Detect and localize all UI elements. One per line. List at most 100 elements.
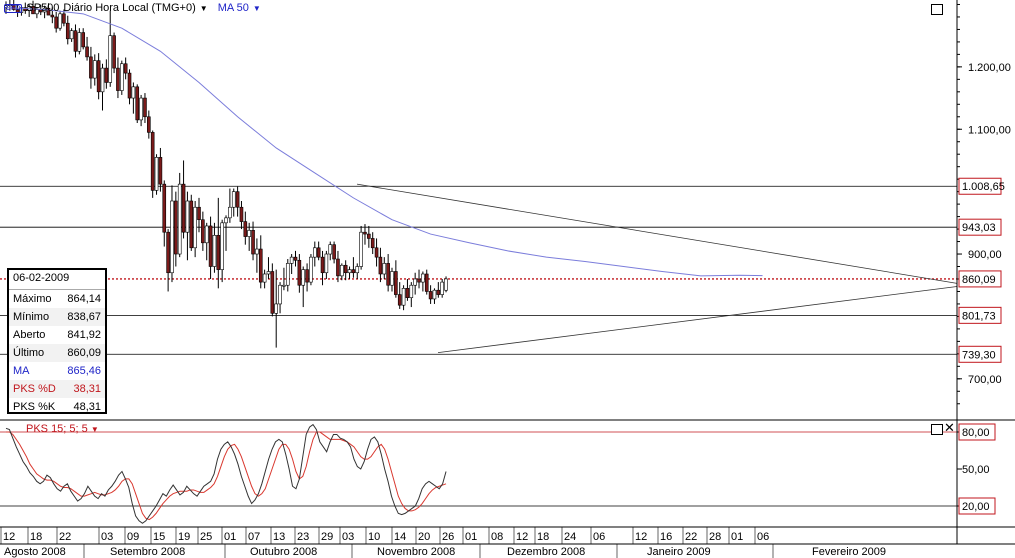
candle-body	[324, 253, 329, 274]
candle-body	[359, 231, 363, 267]
candle-body	[131, 86, 136, 99]
symbol-label[interactable]: SP500	[26, 2, 59, 14]
ma-label[interactable]: MA 50	[218, 2, 249, 14]
candle-body	[382, 263, 387, 275]
candle-body	[405, 288, 410, 299]
info-value: 38,31	[73, 383, 101, 395]
month-label: Outubro 2008	[250, 546, 317, 558]
pks-d-line	[6, 431, 447, 521]
candle-body	[444, 278, 448, 291]
day-label: 20	[418, 531, 430, 543]
candle-body	[139, 97, 143, 121]
price-tick-label: 700,00	[968, 374, 1002, 386]
ma-dropdown-icon[interactable]: ▼	[253, 4, 261, 13]
indicator-label: PKS 15; 5; 5	[26, 423, 88, 435]
candle-body	[266, 271, 271, 275]
close-icon[interactable]: ✕	[944, 421, 955, 434]
candle-body	[96, 60, 101, 93]
candle-body	[355, 266, 360, 274]
day-label: 13	[273, 531, 285, 543]
candle-body	[212, 235, 217, 267]
day-label: 18	[537, 531, 549, 543]
candle-body	[197, 206, 201, 221]
candle-body	[417, 278, 421, 283]
candle-body	[50, 14, 55, 18]
period-label[interactable]: Diário Hora Local (TMG+0)	[63, 2, 195, 14]
info-value: 841,92	[67, 329, 101, 341]
candle-body	[123, 63, 128, 74]
day-label: 08	[491, 531, 503, 543]
pks-level-label: 80,00	[962, 427, 990, 439]
period-dropdown-icon[interactable]: ▼	[200, 4, 208, 13]
candle-body	[208, 225, 213, 267]
candle-body	[247, 230, 251, 237]
candle-body	[332, 244, 336, 260]
candle-body	[390, 271, 394, 286]
candle-body	[58, 13, 62, 29]
candle-body	[293, 256, 298, 261]
candle-body	[89, 56, 93, 79]
info-row-low: Mínimo 838,67	[9, 308, 105, 326]
day-label: 28	[709, 531, 721, 543]
maximize-icon[interactable]	[931, 4, 943, 15]
day-label: 25	[200, 531, 212, 543]
day-label: 06	[757, 531, 769, 543]
month-label: Agosto 2008	[4, 546, 66, 558]
candle-body	[278, 284, 282, 305]
level-label: 801,73	[962, 310, 996, 322]
day-label: 01	[731, 531, 743, 543]
candle-body	[77, 32, 82, 52]
month-label: Novembro 2008	[377, 546, 455, 558]
candle-body	[309, 256, 313, 283]
day-label: 22	[59, 531, 71, 543]
info-value: 864,14	[67, 293, 101, 305]
candle-body	[297, 259, 302, 286]
indicator-dropdown-icon[interactable]: ▼	[91, 425, 99, 434]
candle-body	[147, 116, 151, 133]
overlay-group	[5, 7, 958, 353]
candle-body	[116, 67, 120, 91]
level-label: 943,03	[962, 222, 996, 234]
candle-body	[112, 35, 116, 69]
candle-body	[127, 72, 132, 99]
pks-k-line	[5, 423, 447, 524]
info-label: PKS %K	[13, 401, 56, 413]
chart-canvas: 1.200,00 1.100,00 900,00 700,00 1.008,65 943,…	[0, 0, 1015, 558]
level-label: 739,30	[962, 349, 996, 361]
info-label: Aberto	[13, 329, 46, 341]
cfd-badge: CFD	[4, 3, 23, 13]
candle-body	[320, 256, 325, 274]
restore-icon[interactable]	[931, 424, 943, 435]
candle-body	[174, 200, 178, 255]
trendline-lower	[437, 286, 958, 353]
candle-body	[301, 269, 306, 286]
month-label: Janeiro 2009	[647, 546, 711, 558]
candle-body	[54, 16, 58, 29]
current-price-label: 860,09	[962, 274, 996, 286]
candle-body	[282, 284, 286, 287]
candle-body	[204, 225, 209, 244]
chart-title: CFD SP500 Diário Hora Local (TMG+0) ▼ MA…	[4, 2, 261, 14]
candle-body	[413, 278, 417, 286]
candle-body	[224, 217, 228, 224]
candle-body	[143, 97, 147, 118]
indicator-title[interactable]: PKS 15; 5; 5 ▼	[26, 423, 99, 435]
indicator-panel	[0, 423, 957, 524]
candle-body	[85, 46, 89, 58]
day-label: 06	[593, 531, 605, 543]
day-label: 01	[224, 531, 236, 543]
day-label: 24	[564, 531, 576, 543]
candle-body	[401, 288, 406, 306]
candle-body	[193, 206, 197, 249]
candle-body	[270, 271, 275, 314]
candle-body	[347, 269, 352, 274]
candle-body	[340, 264, 344, 277]
day-label: 12	[3, 531, 15, 543]
candle-body	[120, 63, 124, 91]
candle-body	[343, 264, 348, 274]
candle-body	[305, 269, 309, 283]
candle-body	[440, 281, 444, 295]
candle-body	[394, 271, 398, 295]
day-label: 10	[368, 531, 380, 543]
day-label: 07	[248, 531, 260, 543]
